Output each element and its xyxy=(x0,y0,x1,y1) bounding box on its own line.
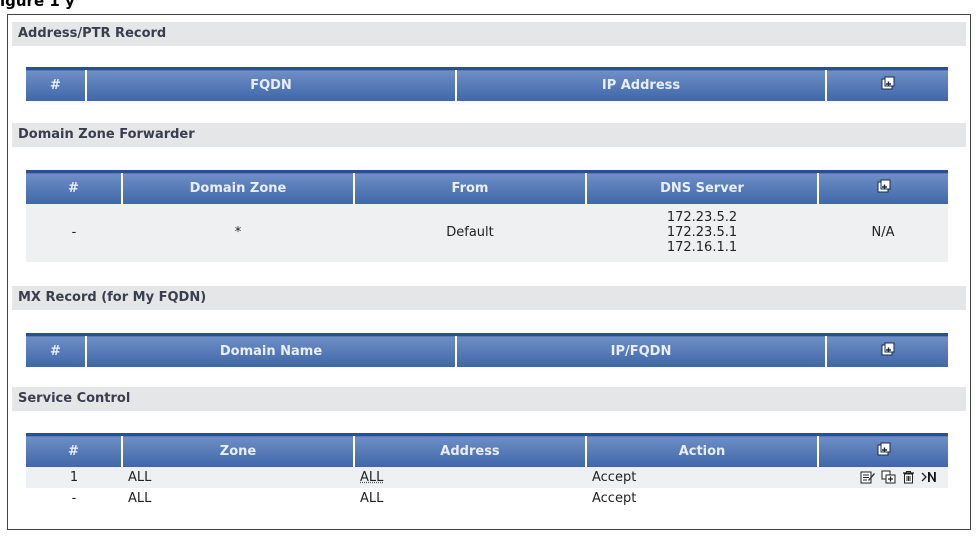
row-dns-server: 172.23.5.2 172.23.5.1 172.16.1.1 xyxy=(586,203,818,262)
dns-server-3: 172.16.1.1 xyxy=(666,240,738,255)
row-zone: ALL xyxy=(122,466,354,488)
dns-server-2: 172.23.5.1 xyxy=(666,225,738,240)
address-link[interactable]: ALL xyxy=(360,470,383,485)
dns-settings-panel: Address/PTR Record # FQDN IP Address Dom… xyxy=(7,14,971,530)
delete-icon[interactable] xyxy=(902,470,915,484)
insert-icon[interactable] xyxy=(881,470,896,484)
column-header-ip-fqdn: IP/FQDN xyxy=(455,333,826,367)
table-row: - * Default 172.23.5.2 172.23.5.1 172.16… xyxy=(26,203,948,262)
row-number: - xyxy=(26,203,122,262)
move-icon[interactable] xyxy=(921,470,938,484)
table-header-row: # Domain Zone From DNS Server xyxy=(26,170,948,204)
row-action: Accept xyxy=(586,466,818,488)
add-address-ptr-button[interactable] xyxy=(825,67,948,101)
table-row: - ALL ALL Accept xyxy=(26,488,948,509)
row-zone: ALL xyxy=(128,490,152,506)
dns-server-1: 172.23.5.2 xyxy=(666,210,738,225)
edit-icon[interactable] xyxy=(860,470,875,484)
table-header-row: # FQDN IP Address xyxy=(26,67,948,101)
row-action-icons xyxy=(818,488,948,509)
row-address: ALL xyxy=(360,490,384,506)
column-header-address: Address xyxy=(353,433,586,467)
figure-title: igure 1 y xyxy=(0,0,75,10)
row-from: Default xyxy=(354,203,586,262)
table-header-row: # Domain Name IP/FQDN xyxy=(26,333,948,367)
column-header-number: # xyxy=(26,333,86,367)
mx-record-table: # Domain Name IP/FQDN xyxy=(26,333,948,367)
zone-forwarder-table: # Domain Zone From DNS Server - * Defaul… xyxy=(26,170,948,262)
column-header-domain-name: Domain Name xyxy=(85,333,456,367)
section-title-mx-record: MX Record (for My FQDN) xyxy=(12,286,966,310)
column-header-number: # xyxy=(26,433,122,467)
row-domain-zone: * xyxy=(122,203,354,262)
column-header-dns-server: DNS Server xyxy=(585,170,818,204)
section-title-address-ptr: Address/PTR Record xyxy=(12,22,966,46)
row-action: Accept xyxy=(592,490,637,506)
column-header-number: # xyxy=(26,170,122,204)
column-header-zone: Zone xyxy=(121,433,354,467)
add-entry-icon xyxy=(881,342,895,360)
add-mx-record-button[interactable] xyxy=(825,333,948,367)
column-header-fqdn: FQDN xyxy=(85,67,456,101)
row-action: N/A xyxy=(818,203,948,262)
row-number: - xyxy=(71,490,77,506)
section-title-zone-forwarder: Domain Zone Forwarder xyxy=(12,123,966,147)
add-entry-icon xyxy=(877,179,891,197)
add-zone-forwarder-button[interactable] xyxy=(817,170,948,204)
add-entry-icon xyxy=(881,76,895,94)
address-ptr-table: # FQDN IP Address xyxy=(26,67,948,101)
row-number: 1 xyxy=(26,466,122,488)
row-address: ALL xyxy=(354,466,586,488)
column-header-from: From xyxy=(353,170,586,204)
add-entry-icon xyxy=(877,442,891,460)
section-title-service-control: Service Control xyxy=(12,387,966,411)
add-service-control-button[interactable] xyxy=(817,433,948,467)
column-header-action: Action xyxy=(585,433,818,467)
column-header-domain-zone: Domain Zone xyxy=(121,170,354,204)
column-header-number: # xyxy=(26,67,86,101)
column-header-ip-address: IP Address xyxy=(455,67,826,101)
row-action-icons xyxy=(818,466,948,488)
table-row: 1 ALL ALL Accept xyxy=(26,466,948,488)
service-control-table: # Zone Address Action 1 ALL ALL Accept -… xyxy=(26,433,948,509)
table-header-row: # Zone Address Action xyxy=(26,433,948,467)
